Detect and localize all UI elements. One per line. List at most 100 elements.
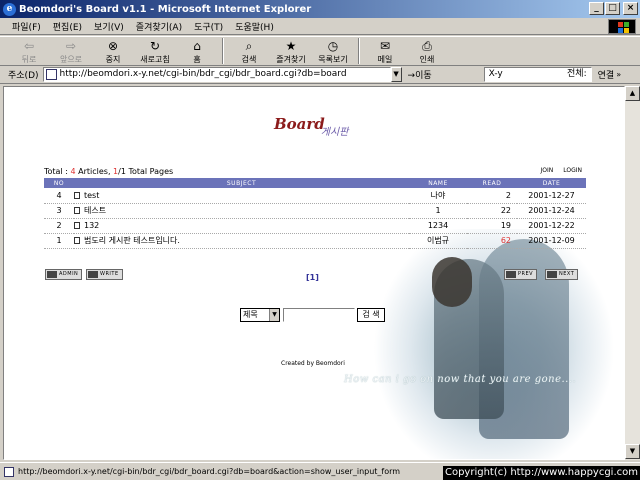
stop-button[interactable]: ⊗ 중지 [92, 37, 134, 65]
background-photo [374, 229, 624, 459]
board-search: 제목 ▼ 검 색 [240, 308, 385, 322]
search-icon: ⌕ [245, 39, 253, 53]
window-controls: _ □ × [589, 2, 638, 15]
board-search-input[interactable] [283, 308, 355, 322]
minimize-button[interactable]: _ [589, 2, 604, 15]
mail-icon: ✉ [379, 39, 391, 53]
forward-arrow-icon: ⇨ [65, 39, 77, 53]
row-date: 2001-12-24 [517, 203, 586, 219]
document-icon [74, 207, 80, 214]
stop-icon: ⊗ [107, 39, 119, 53]
toolbar-separator [222, 38, 224, 64]
favorites-icon: ★ [285, 39, 297, 53]
address-url: http://beomdori.x-y.net/cgi-bin/bdr_cgi/… [59, 69, 347, 79]
menu-tools[interactable]: 도구(T) [188, 20, 229, 33]
toolbar-separator [358, 38, 360, 64]
refresh-button[interactable]: ↻ 새로고침 [134, 37, 176, 65]
photo-figure [432, 257, 472, 307]
header-read: READ [467, 178, 517, 188]
mail-button[interactable]: ✉ 메일 [364, 37, 406, 65]
vertical-scrollbar[interactable]: ▲ ▼ [625, 86, 640, 460]
row-read: 2 [467, 188, 517, 204]
menu-bar: 파일(F) 편집(E) 보기(V) 즐겨찾기(A) 도구(T) 도움말(H) [0, 18, 640, 35]
row-no: 1 [44, 233, 74, 249]
history-button[interactable]: ◷ 목록보기 [312, 37, 354, 65]
page-viewport: Board게시판 Total : 4 Articles, 1/1 Total P… [3, 86, 625, 460]
go-button[interactable]: →이동 [408, 68, 432, 81]
board-table: NO SUBJECT NAME READ DATE 4 test 나야 2 20… [44, 178, 586, 249]
links-label[interactable]: 연결 [598, 68, 615, 81]
table-row: 3 테스트 1 22 2001-12-24 [44, 203, 586, 219]
total-summary: Total : 4 Articles, 1/1 Total Pages [44, 167, 174, 176]
row-date: 2001-12-09 [517, 233, 586, 249]
menu-view[interactable]: 보기(V) [88, 20, 130, 33]
admin-icon [47, 271, 57, 278]
board-search-button[interactable]: 검 색 [357, 308, 385, 322]
row-subject[interactable]: test [74, 188, 409, 204]
write-button[interactable]: WRITE [86, 269, 123, 280]
toolbar: ⇦ 뒤로 ⇨ 앞으로 ⊗ 중지 ↻ 새로고침 ⌂ 홈 ⌕ 검색 ★ 즐겨찾기 ◷ 목록보기 ✉ 메… [0, 36, 640, 66]
refresh-icon: ↻ [149, 39, 161, 53]
address-input[interactable]: http://beomdori.x-y.net/cgi-bin/bdr_cgi/… [42, 67, 391, 82]
document-icon [74, 191, 80, 199]
address-dropdown-button[interactable]: ▼ [390, 67, 402, 82]
home-button[interactable]: ⌂ 홈 [176, 37, 218, 65]
header-name: NAME [409, 178, 467, 188]
prev-button[interactable]: PREV [504, 269, 538, 280]
next-button[interactable]: NEXT [545, 269, 579, 280]
menu-help[interactable]: 도움말(H) [229, 20, 280, 33]
window-title: Beomdori's Board v1.1 - Microsoft Intern… [19, 3, 312, 15]
copyright-notice: Copyright(c) http://www.happycgi.com [442, 466, 640, 480]
window-titlebar: e Beomdori's Board v1.1 - Microsoft Inte… [0, 0, 640, 18]
row-subject[interactable]: 테스트 [74, 203, 409, 219]
row-no: 4 [44, 188, 74, 204]
menu-edit[interactable]: 편집(E) [47, 20, 88, 33]
links-chevron-icon[interactable]: » [616, 70, 621, 79]
toolbar-search-input[interactable]: X-y 전체: [483, 67, 592, 82]
windows-logo-icon [608, 19, 636, 34]
board-logo: Board게시판 [274, 115, 349, 138]
table-row: 4 test 나야 2 2001-12-27 [44, 188, 586, 204]
admin-button[interactable]: ADMIN [45, 269, 83, 280]
print-button[interactable]: ⎙ 인쇄 [406, 37, 448, 65]
row-name: 1234 [409, 218, 467, 234]
menu-file[interactable]: 파일(F) [6, 20, 47, 33]
next-icon [547, 271, 557, 278]
print-icon: ⎙ [422, 39, 432, 53]
home-icon: ⌂ [193, 39, 201, 53]
row-date: 2001-12-27 [517, 188, 586, 204]
favorites-button[interactable]: ★ 즐겨찾기 [270, 37, 312, 65]
row-read: 22 [467, 203, 517, 219]
row-no: 3 [44, 203, 74, 219]
row-subject[interactable]: 범도리 게시판 테스트입니다. [74, 233, 409, 249]
login-link[interactable]: LOGIN [563, 167, 582, 174]
search-field-select[interactable]: 제목 ▼ [240, 308, 280, 322]
board-header-row: NO SUBJECT NAME READ DATE [44, 178, 586, 188]
created-by: Created by Beomdori [281, 360, 345, 367]
header-subject: SUBJECT [74, 178, 409, 188]
auth-links: JOIN LOGIN [540, 167, 582, 174]
menu-favorites[interactable]: 즐겨찾기(A) [130, 20, 188, 33]
maximize-button[interactable]: □ [605, 2, 620, 15]
close-button[interactable]: × [623, 2, 638, 15]
back-button[interactable]: ⇦ 뒤로 [8, 37, 50, 65]
scroll-down-icon[interactable]: ▼ [625, 444, 640, 459]
row-read: 19 [467, 218, 517, 234]
write-icon [88, 271, 98, 278]
row-subject[interactable]: 132 [74, 218, 409, 234]
back-arrow-icon: ⇦ [23, 39, 35, 53]
join-link[interactable]: JOIN [540, 167, 553, 174]
table-row: 2 132 1234 19 2001-12-22 [44, 218, 586, 234]
chevron-down-icon: ▼ [269, 309, 279, 321]
prev-icon [506, 271, 516, 278]
search-button[interactable]: ⌕ 검색 [228, 37, 270, 65]
pagination[interactable]: [1] [306, 273, 319, 282]
address-label: 주소(D) [8, 71, 39, 81]
forward-button[interactable]: ⇨ 앞으로 [50, 37, 92, 65]
document-icon [74, 237, 80, 244]
status-text: http://beomdori.x-y.net/cgi-bin/bdr_cgi/… [18, 467, 401, 476]
history-icon: ◷ [327, 39, 339, 53]
header-no: NO [44, 178, 74, 188]
scroll-up-icon[interactable]: ▲ [625, 86, 640, 101]
row-no: 2 [44, 218, 74, 234]
